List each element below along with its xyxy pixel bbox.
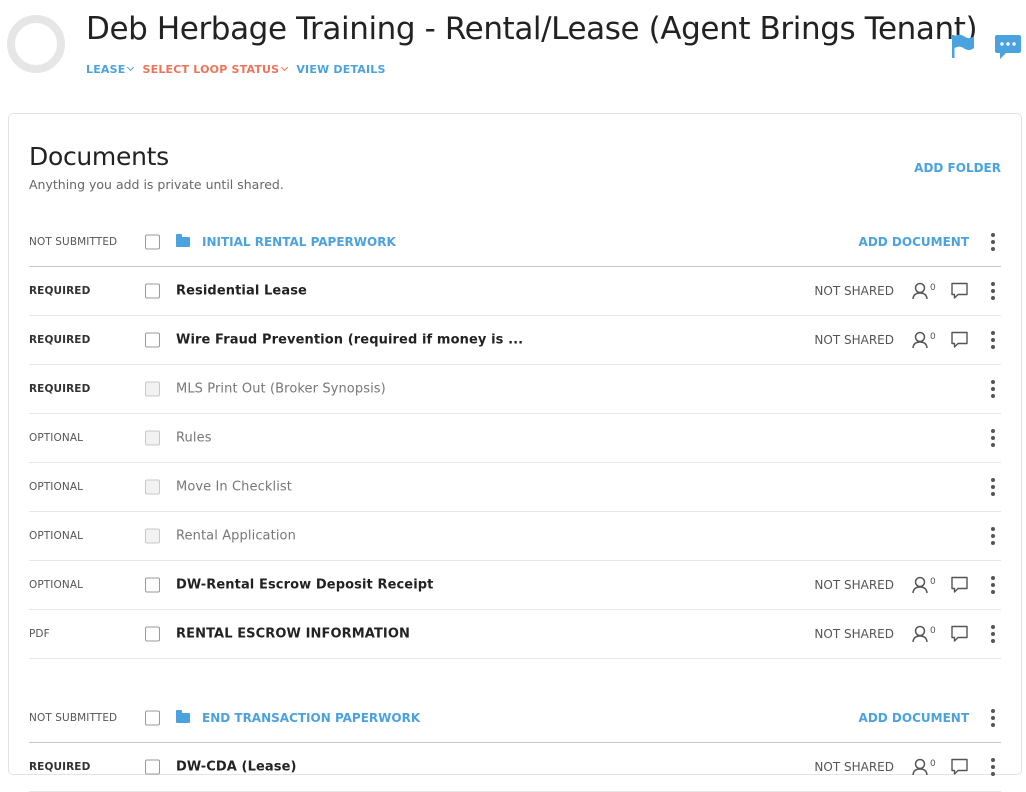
flag-icon[interactable] bbox=[951, 33, 975, 59]
share-status: NOT SHARED bbox=[814, 578, 894, 592]
document-name[interactable]: Wire Fraud Prevention (required if money… bbox=[176, 333, 523, 348]
document-checkbox[interactable] bbox=[145, 759, 160, 775]
lease-dropdown-label: LEASE bbox=[86, 63, 126, 76]
document-status: REQUIRED bbox=[29, 334, 91, 346]
document-status: REQUIRED bbox=[29, 383, 91, 395]
share-status: NOT SHARED bbox=[814, 760, 894, 774]
folder-status: NOT SUBMITTED bbox=[29, 236, 118, 248]
people-icon[interactable]: 0 bbox=[912, 576, 938, 594]
documents-list: NOT SUBMITTED INITIAL RENTAL PAPERWORK A… bbox=[29, 218, 1001, 792]
people-count: 0 bbox=[930, 626, 936, 636]
comment-icon[interactable] bbox=[951, 625, 968, 643]
document-checkbox[interactable] bbox=[145, 381, 160, 397]
folder-icon bbox=[176, 234, 190, 247]
document-checkbox[interactable] bbox=[145, 528, 160, 544]
document-checkbox[interactable] bbox=[145, 283, 160, 299]
add-folder-button[interactable]: ADD FOLDER bbox=[914, 161, 1001, 175]
loop-status-label: SELECT LOOP STATUS bbox=[142, 63, 280, 76]
folder-name-label: END TRANSACTION PAPERWORK bbox=[202, 711, 421, 725]
chevron-down-icon bbox=[127, 63, 135, 72]
people-icon[interactable]: 0 bbox=[912, 282, 938, 300]
document-row[interactable]: OPTIONAL Rules bbox=[29, 414, 1001, 463]
kebab-menu-icon[interactable] bbox=[991, 478, 995, 496]
kebab-menu-icon[interactable] bbox=[991, 331, 995, 349]
lease-dropdown[interactable]: LEASE bbox=[86, 63, 135, 76]
folder-name[interactable]: END TRANSACTION PAPERWORK bbox=[176, 710, 421, 725]
document-status: PDF bbox=[29, 628, 50, 640]
document-name[interactable]: Rental Application bbox=[176, 529, 296, 544]
add-document-button[interactable]: ADD DOCUMENT bbox=[859, 235, 969, 249]
document-checkbox[interactable] bbox=[145, 577, 160, 593]
people-icon[interactable]: 0 bbox=[912, 331, 938, 349]
people-count: 0 bbox=[930, 577, 936, 587]
share-status: NOT SHARED bbox=[814, 333, 894, 347]
document-name[interactable]: RENTAL ESCROW INFORMATION bbox=[176, 627, 410, 642]
folder-name[interactable]: INITIAL RENTAL PAPERWORK bbox=[176, 234, 396, 249]
document-status: OPTIONAL bbox=[29, 481, 84, 493]
loop-status-dropdown[interactable]: SELECT LOOP STATUS bbox=[142, 63, 289, 76]
kebab-menu-icon[interactable] bbox=[991, 429, 995, 447]
document-row[interactable]: OPTIONAL Move In Checklist bbox=[29, 463, 1001, 512]
folder-icon bbox=[176, 710, 190, 723]
document-checkbox[interactable] bbox=[145, 479, 160, 495]
comment-icon[interactable] bbox=[951, 576, 968, 594]
folder-name-label: INITIAL RENTAL PAPERWORK bbox=[202, 235, 396, 249]
document-checkbox[interactable] bbox=[145, 332, 160, 348]
folder-row[interactable]: NOT SUBMITTED INITIAL RENTAL PAPERWORK A… bbox=[29, 218, 1001, 267]
folder-checkbox[interactable] bbox=[145, 710, 160, 726]
chat-icon[interactable] bbox=[994, 33, 1022, 61]
page-title: Deb Herbage Training - Rental/Lease (Age… bbox=[86, 11, 978, 47]
document-row[interactable]: OPTIONAL DW-Rental Escrow Deposit Receip… bbox=[29, 561, 1001, 610]
document-name[interactable]: MLS Print Out (Broker Synopsis) bbox=[176, 382, 386, 397]
people-icon[interactable]: 0 bbox=[912, 758, 938, 776]
folder-status: NOT SUBMITTED bbox=[29, 712, 118, 724]
documents-title: Documents bbox=[29, 142, 169, 171]
folder-row[interactable]: NOT SUBMITTED END TRANSACTION PAPERWORK … bbox=[29, 694, 1001, 743]
avatar[interactable] bbox=[7, 15, 65, 73]
document-row[interactable]: REQUIRED DW-CDA (Lease) NOT SHARED 0 bbox=[29, 743, 1001, 792]
share-status: NOT SHARED bbox=[814, 627, 894, 641]
document-status: REQUIRED bbox=[29, 761, 91, 773]
kebab-menu-icon[interactable] bbox=[991, 282, 995, 300]
kebab-menu-icon[interactable] bbox=[991, 233, 995, 251]
people-count: 0 bbox=[930, 759, 936, 769]
documents-panel: Documents Anything you add is private un… bbox=[8, 113, 1022, 792]
view-details-link[interactable]: VIEW DETAILS bbox=[296, 63, 385, 76]
document-name[interactable]: Rules bbox=[176, 431, 212, 446]
chevron-down-icon bbox=[281, 63, 289, 72]
document-status: OPTIONAL bbox=[29, 530, 84, 542]
folder-checkbox[interactable] bbox=[145, 234, 160, 250]
kebab-menu-icon[interactable] bbox=[991, 380, 995, 398]
document-name[interactable]: Residential Lease bbox=[176, 284, 307, 299]
kebab-menu-icon[interactable] bbox=[991, 709, 995, 727]
document-row[interactable]: OPTIONAL Rental Application bbox=[29, 512, 1001, 561]
people-count: 0 bbox=[930, 283, 936, 293]
document-name[interactable]: DW-CDA (Lease) bbox=[176, 760, 297, 775]
document-checkbox[interactable] bbox=[145, 430, 160, 446]
document-row[interactable]: REQUIRED Wire Fraud Prevention (required… bbox=[29, 316, 1001, 365]
document-name[interactable]: DW-Rental Escrow Deposit Receipt bbox=[176, 578, 434, 593]
people-count: 0 bbox=[930, 332, 936, 342]
document-checkbox[interactable] bbox=[145, 626, 160, 642]
comment-icon[interactable] bbox=[951, 331, 968, 349]
documents-subtitle: Anything you add is private until shared… bbox=[29, 177, 284, 192]
add-document-button[interactable]: ADD DOCUMENT bbox=[859, 711, 969, 725]
kebab-menu-icon[interactable] bbox=[991, 576, 995, 594]
document-row[interactable]: REQUIRED MLS Print Out (Broker Synopsis) bbox=[29, 365, 1001, 414]
document-row[interactable]: PDF RENTAL ESCROW INFORMATION NOT SHARED… bbox=[29, 610, 1001, 659]
document-status: REQUIRED bbox=[29, 285, 91, 297]
kebab-menu-icon[interactable] bbox=[991, 758, 995, 776]
document-status: OPTIONAL bbox=[29, 579, 84, 591]
document-status: OPTIONAL bbox=[29, 432, 84, 444]
kebab-menu-icon[interactable] bbox=[991, 527, 995, 545]
document-name[interactable]: Move In Checklist bbox=[176, 480, 292, 495]
kebab-menu-icon[interactable] bbox=[991, 625, 995, 643]
document-row[interactable]: REQUIRED Residential Lease NOT SHARED 0 bbox=[29, 267, 1001, 316]
comment-icon[interactable] bbox=[951, 758, 968, 776]
people-icon[interactable]: 0 bbox=[912, 625, 938, 643]
share-status: NOT SHARED bbox=[814, 284, 894, 298]
comment-icon[interactable] bbox=[951, 282, 968, 300]
loop-subnav: LEASE SELECT LOOP STATUS VIEW DETAILS bbox=[86, 63, 391, 76]
